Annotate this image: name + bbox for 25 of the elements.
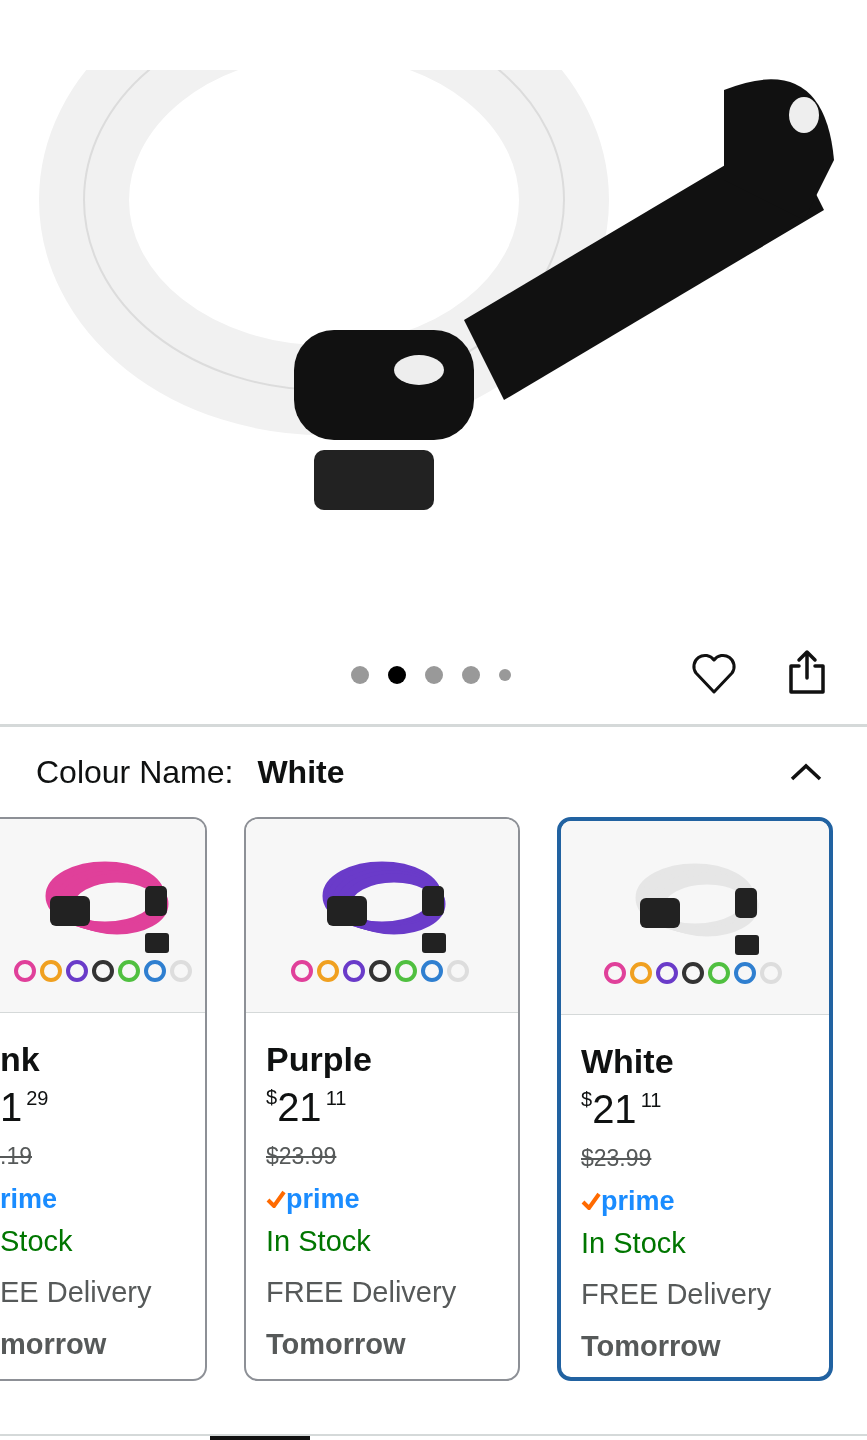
delivery-day: Tomorrow	[581, 1324, 829, 1368]
delivery-text: FREE Delivery	[266, 1275, 458, 1310]
heart-icon[interactable]	[690, 652, 738, 696]
colour-name: White	[581, 1041, 675, 1081]
stock-status: Stock	[0, 1223, 74, 1259]
share-icon[interactable]	[786, 648, 828, 696]
variation-value: White	[257, 753, 345, 792]
colour-name: nk	[0, 1039, 41, 1079]
list-price: $23.99	[266, 1142, 337, 1171]
stock-status: In Stock	[581, 1225, 687, 1261]
delivery-text: EE Delivery	[0, 1275, 153, 1310]
chevron-up-icon[interactable]	[789, 762, 823, 782]
check-icon	[266, 1189, 286, 1208]
colour-name: Purple	[266, 1039, 373, 1079]
prime-label: prime	[581, 1185, 675, 1216]
prime-label: prime	[266, 1183, 360, 1214]
list-price: .19	[0, 1142, 32, 1171]
delivery-day: Tomorrow	[266, 1322, 518, 1366]
delivery-day: morrow	[0, 1322, 205, 1366]
stock-status: In Stock	[266, 1223, 372, 1259]
delivery-text: FREE Delivery	[581, 1277, 773, 1312]
variation-label: Colour Name:	[36, 753, 234, 792]
list-price: $23.99	[581, 1144, 652, 1173]
check-icon	[581, 1191, 601, 1210]
prime-label: rime	[0, 1183, 58, 1214]
